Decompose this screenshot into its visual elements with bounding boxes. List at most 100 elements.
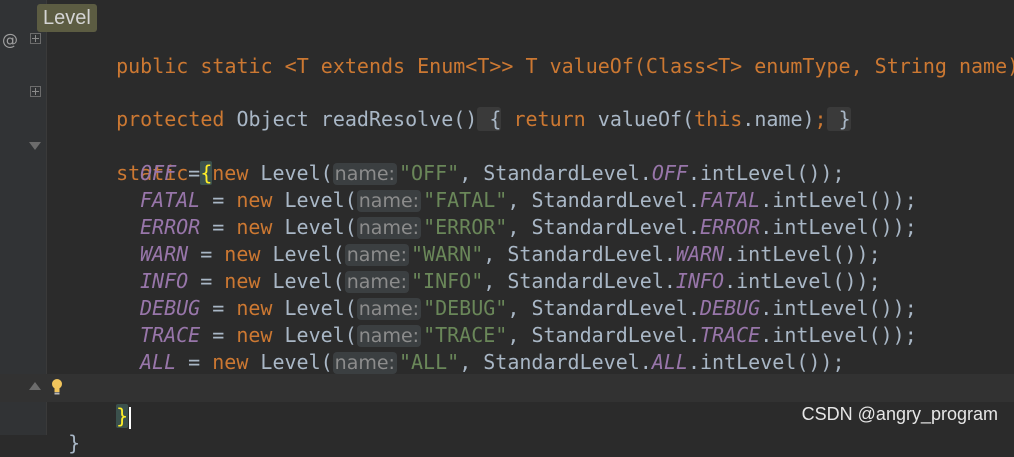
assign-op: = — [200, 296, 237, 320]
standardlevel-field: TRACE — [700, 323, 761, 347]
intlevel-call: .intLevel()); — [760, 215, 917, 239]
code-line-close-class[interactable]: } — [44, 403, 80, 455]
intlevel-call: .intLevel()); — [724, 269, 881, 293]
fold-expand-icon[interactable] — [30, 33, 41, 44]
standardlevel-field: ERROR — [700, 215, 761, 239]
intlevel-call: .intLevel()); — [687, 350, 845, 374]
standardlevel-field: DEBUG — [700, 296, 761, 320]
fold-expand-icon[interactable] — [30, 86, 41, 97]
level-string: "DEBUG" — [423, 296, 508, 320]
level-string: "TRACE" — [423, 323, 508, 347]
assign-op: = — [188, 242, 225, 266]
code-line-readresolve[interactable]: protected Object readResolve() { return … — [92, 79, 851, 131]
editor-gutter — [0, 0, 46, 435]
code-line-close-static[interactable]: } — [92, 376, 132, 429]
folded-brace-open[interactable]: { — [477, 107, 502, 131]
level-string: "ALL" — [398, 350, 460, 374]
standardlevel-ref: , StandardLevel. — [459, 161, 652, 185]
gutter-separator — [46, 0, 47, 435]
code-line-valueof[interactable]: public static <T extends Enum<T>> T valu… — [92, 26, 1014, 78]
constructor-call: Level( — [272, 323, 357, 347]
level-string: "OFF" — [398, 161, 460, 185]
assign-op: = — [200, 188, 237, 212]
brace-close-highlight: } — [116, 404, 129, 428]
code-line-level[interactable]: INFO = new Level(name: "INFO", StandardLe… — [140, 268, 881, 295]
level-field: OFF — [140, 161, 177, 185]
level-field: TRACE — [140, 323, 201, 347]
standardlevel-ref: , StandardLevel. — [507, 188, 701, 212]
code-line-level[interactable]: OFF = new Level(name: "OFF", StandardLeve… — [140, 160, 845, 187]
intlevel-call: .intLevel()); — [760, 188, 917, 212]
folded-brace-close[interactable]: } — [826, 107, 851, 131]
level-field: ERROR — [140, 215, 201, 239]
code-line-level[interactable]: WARN = new Level(name: "WARN", StandardLe… — [140, 241, 881, 268]
constructor-call: Level( — [248, 161, 333, 185]
constructor-call: Level( — [260, 242, 345, 266]
level-string: "WARN" — [411, 242, 484, 266]
constructor-call: Level( — [272, 215, 357, 239]
assign-op: = — [176, 161, 213, 185]
level-field: INFO — [140, 269, 189, 293]
keyword-new: new — [236, 296, 273, 320]
assign-op: = — [188, 269, 225, 293]
level-field: ALL — [140, 350, 177, 374]
intlevel-call: .intLevel()); — [760, 296, 917, 320]
lightbulb-icon[interactable] — [50, 378, 64, 396]
keyword-new: new — [224, 242, 261, 266]
keyword-new: new — [224, 269, 261, 293]
constructor-call: Level( — [260, 269, 345, 293]
keyword-protected: protected — [116, 107, 225, 131]
caret-row-highlight — [0, 374, 1014, 402]
keyword-new: new — [236, 188, 273, 212]
standardlevel-ref: , StandardLevel. — [483, 242, 676, 266]
level-field: DEBUG — [140, 296, 201, 320]
standardlevel-field: INFO — [675, 269, 725, 293]
method-readresolve: Object readResolve() — [224, 107, 478, 131]
code-line-level[interactable]: ERROR = new Level(name: "ERROR", Standard… — [140, 214, 917, 241]
level-field: WARN — [140, 242, 189, 266]
fold-end-icon[interactable] — [29, 382, 41, 390]
param-hint: name: — [356, 217, 422, 239]
standardlevel-ref: , StandardLevel. — [507, 323, 701, 347]
code-line-level[interactable]: FATAL = new Level(name: "FATAL", Standard… — [140, 187, 917, 214]
code-line-static[interactable]: static { — [92, 133, 213, 185]
intlevel-call: .intLevel()); — [687, 161, 845, 185]
param-hint: name: — [356, 190, 422, 212]
keyword-new: new — [212, 161, 249, 185]
valueof-signature: public static <T extends Enum<T>> T valu… — [116, 54, 1014, 78]
standardlevel-ref: , StandardLevel. — [483, 269, 676, 293]
keyword-new: new — [236, 323, 273, 347]
level-field: FATAL — [140, 188, 201, 212]
param-hint: name: — [356, 298, 422, 320]
param-hint: name: — [332, 352, 397, 374]
param-hint: name: — [344, 271, 410, 293]
assign-op: = — [200, 323, 237, 347]
code-line-level[interactable]: DEBUG = new Level(name: "DEBUG", Standard… — [140, 295, 917, 322]
keyword-new: new — [212, 350, 249, 374]
assign-op: = — [176, 350, 213, 374]
intlevel-call: .intLevel()); — [724, 242, 881, 266]
param-hint: name: — [356, 325, 422, 347]
param-hint: name: — [344, 244, 410, 266]
call-valueof: valueOf( — [585, 107, 695, 131]
code-line-level[interactable]: ALL = new Level(name: "ALL", StandardLeve… — [140, 349, 845, 376]
param-hint: name: — [332, 163, 397, 185]
standardlevel-ref: , StandardLevel. — [459, 350, 652, 374]
standardlevel-field: WARN — [675, 242, 725, 266]
field-name: .name) — [742, 107, 815, 131]
watermark: CSDN @angry_program — [801, 404, 998, 424]
level-string: "ERROR" — [423, 215, 508, 239]
text-cursor — [129, 406, 132, 429]
standardlevel-ref: , StandardLevel. — [507, 296, 701, 320]
code-line-level[interactable]: TRACE = new Level(name: "TRACE", Standard… — [140, 322, 917, 349]
standardlevel-field: FATAL — [700, 188, 761, 212]
intlevel-call: .intLevel()); — [760, 323, 917, 347]
keyword-return: return — [501, 107, 586, 131]
standardlevel-ref: , StandardLevel. — [507, 215, 701, 239]
constructor-call: Level( — [272, 188, 357, 212]
level-string: "FATAL" — [423, 188, 508, 212]
constructor-call: Level( — [272, 296, 357, 320]
override-at-icon[interactable]: @ — [2, 30, 18, 49]
level-string: "INFO" — [411, 269, 484, 293]
fold-collapse-icon[interactable] — [29, 142, 41, 150]
